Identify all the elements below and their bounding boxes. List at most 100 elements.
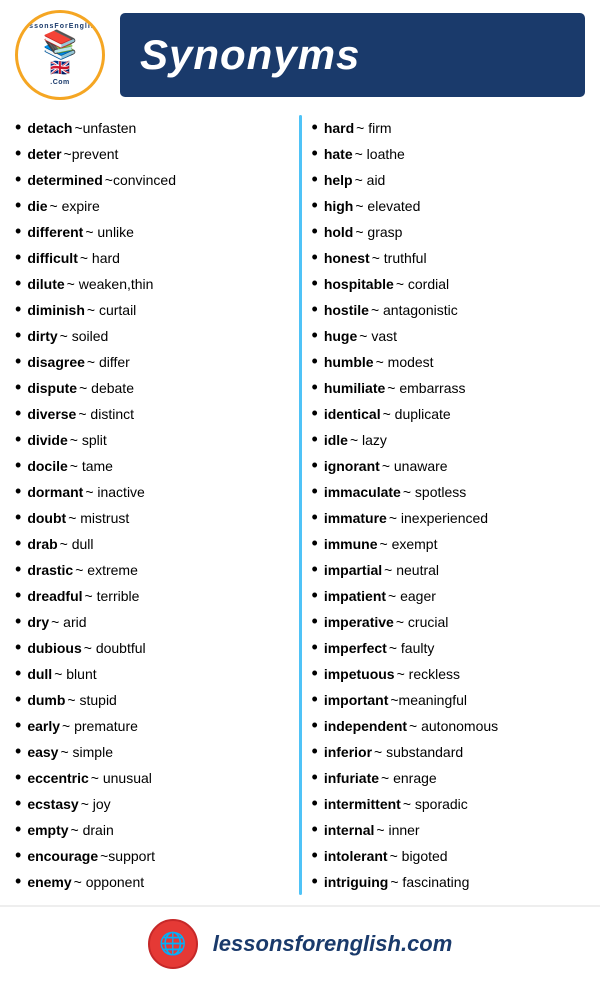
word: drastic: [27, 560, 73, 581]
word: immature: [324, 508, 387, 529]
list-item: •deter ~prevent: [15, 141, 289, 167]
synonym: ~ inner: [376, 820, 419, 841]
bullet-icon: •: [312, 846, 318, 864]
synonym: ~ modest: [376, 352, 434, 373]
bullet-icon: •: [15, 430, 21, 448]
word: honest: [324, 248, 370, 269]
logo-flag-icon: 🇬🇧: [19, 59, 101, 78]
word: imperative: [324, 612, 394, 633]
bullet-icon: •: [15, 378, 21, 396]
word: imperfect: [324, 638, 387, 659]
right-column: •hard ~ firm•hate ~ loathe•help ~ aid•hi…: [307, 115, 591, 895]
word: dubious: [27, 638, 81, 659]
list-item: •imperfect ~ faulty: [312, 635, 586, 661]
logo-arc-bottom: .Com: [19, 79, 101, 87]
synonym: ~ firm: [356, 118, 391, 139]
synonym: ~ tame: [70, 456, 113, 477]
bullet-icon: •: [312, 560, 318, 578]
bullet-icon: •: [15, 872, 21, 890]
synonym: ~ exempt: [380, 534, 438, 555]
list-item: •immature ~ inexperienced: [312, 505, 586, 531]
synonym: ~ blunt: [54, 664, 96, 685]
bullet-icon: •: [15, 274, 21, 292]
list-item: •diverse ~ distinct: [15, 401, 289, 427]
bullet-icon: •: [15, 820, 21, 838]
list-item: • docile ~ tame: [15, 453, 289, 479]
synonym: ~ opponent: [74, 872, 144, 893]
bullet-icon: •: [312, 300, 318, 318]
synonym: ~ sporadic: [403, 794, 468, 815]
synonym: ~meaningful: [390, 690, 467, 711]
word: huge: [324, 326, 357, 347]
word: encourage: [27, 846, 98, 867]
bullet-icon: •: [312, 690, 318, 708]
word: dreadful: [27, 586, 82, 607]
list-item: •impetuous ~ reckless: [312, 661, 586, 687]
word: diminish: [27, 300, 85, 321]
page-title: Synonyms: [140, 31, 565, 79]
list-item: •huge ~ vast: [312, 323, 586, 349]
synonym: ~ crucial: [396, 612, 449, 633]
list-item: •hate ~ loathe: [312, 141, 586, 167]
bullet-icon: •: [312, 248, 318, 266]
bullet-icon: •: [15, 118, 21, 136]
synonym: ~ embarrass: [387, 378, 465, 399]
word: dry: [27, 612, 49, 633]
bullet-icon: •: [312, 612, 318, 630]
bullet-icon: •: [312, 872, 318, 890]
synonym: ~convinced: [105, 170, 176, 191]
list-item: •dirty ~ soiled: [15, 323, 289, 349]
word: detach: [27, 118, 72, 139]
word: dull: [27, 664, 52, 685]
bullet-icon: •: [312, 404, 318, 422]
list-item: •empty ~ drain: [15, 817, 289, 843]
bullet-icon: •: [15, 794, 21, 812]
list-item: •dull ~ blunt: [15, 661, 289, 687]
bullet-icon: •: [312, 534, 318, 552]
bullet-icon: •: [15, 482, 21, 500]
synonym: ~ inactive: [85, 482, 145, 503]
word: die: [27, 196, 47, 217]
synonym: ~ grasp: [355, 222, 402, 243]
word: dormant: [27, 482, 83, 503]
synonym: ~ unusual: [91, 768, 152, 789]
bullet-icon: •: [312, 144, 318, 162]
bullet-icon: •: [15, 560, 21, 578]
word: intermittent: [324, 794, 401, 815]
word: ecstasy: [27, 794, 78, 815]
synonym: ~ unaware: [382, 456, 448, 477]
bullet-icon: •: [312, 352, 318, 370]
list-item: •ecstasy ~ joy: [15, 791, 289, 817]
synonym: ~ hard: [80, 248, 120, 269]
synonym: ~ elevated: [355, 196, 420, 217]
synonym: ~ spotless: [403, 482, 466, 503]
bullet-icon: •: [15, 716, 21, 734]
word: hostile: [324, 300, 369, 321]
synonym: ~ drain: [71, 820, 114, 841]
list-item: •dispute ~ debate: [15, 375, 289, 401]
list-item: •encourage ~support: [15, 843, 289, 869]
synonym: ~ aid: [355, 170, 386, 191]
bullet-icon: •: [312, 274, 318, 292]
word: hospitable: [324, 274, 394, 295]
bullet-icon: •: [15, 170, 21, 188]
word: docile: [27, 456, 67, 477]
list-item: •intriguing ~ fascinating: [312, 869, 586, 895]
word: determined: [27, 170, 102, 191]
word: impetuous: [324, 664, 395, 685]
bullet-icon: •: [15, 300, 21, 318]
list-item: •detach ~unfasten: [15, 115, 289, 141]
bullet-icon: •: [15, 404, 21, 422]
word: independent: [324, 716, 407, 737]
list-item: •dilute ~ weaken,thin: [15, 271, 289, 297]
list-item: •divide ~ split: [15, 427, 289, 453]
list-item: •enemy ~ opponent: [15, 869, 289, 895]
word: humble: [324, 352, 374, 373]
bullet-icon: •: [15, 508, 21, 526]
bullet-icon: •: [15, 456, 21, 474]
synonym: ~ faulty: [389, 638, 435, 659]
list-item: •hold ~ grasp: [312, 219, 586, 245]
word: eccentric: [27, 768, 88, 789]
list-item: •disagree ~ differ: [15, 349, 289, 375]
word: easy: [27, 742, 58, 763]
